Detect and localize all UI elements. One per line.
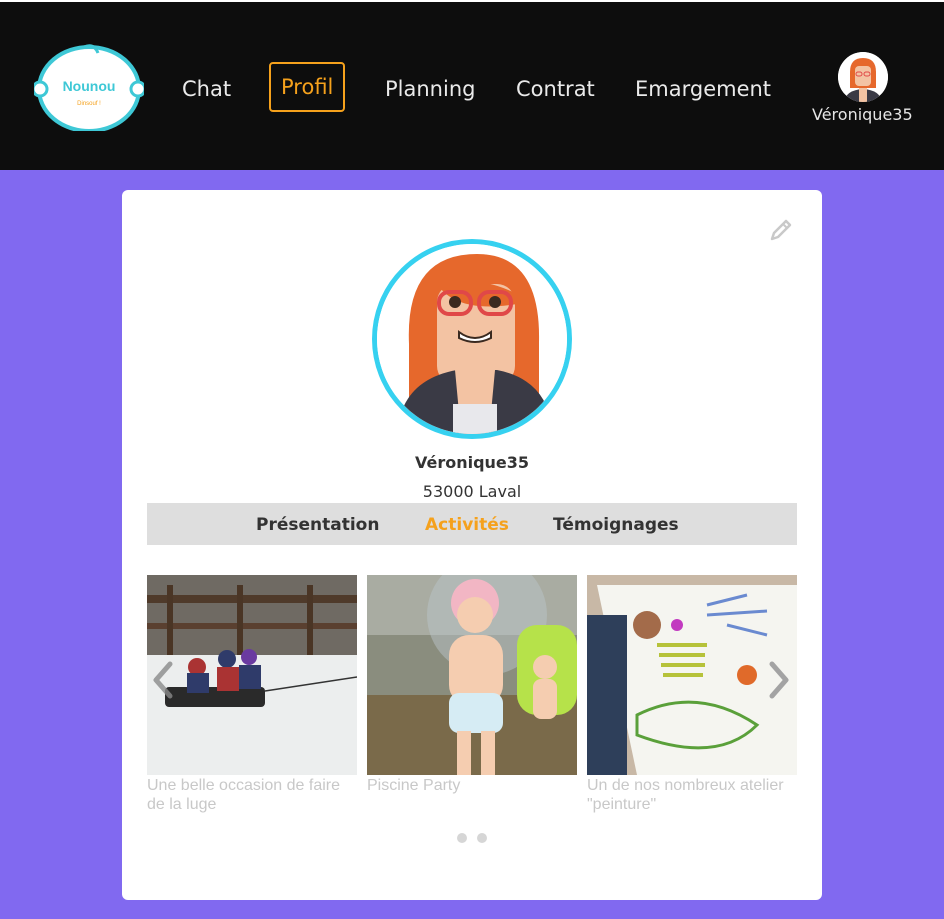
svg-text:Dinsouf !: Dinsouf ! [77,101,101,107]
slide-luge-photo[interactable] [147,575,357,775]
profile-location: 53000 Laval [422,482,522,501]
user-name[interactable]: Véronique35 [812,105,913,124]
nounou-logo[interactable]: Nounou Dinsouf ! [34,41,144,131]
top-navigation-bar: Nounou Dinsouf ! Chat Profil Planning Co… [0,0,944,170]
nav-planning[interactable]: Planning [385,76,475,102]
profile-name: Véronique35 [414,453,530,472]
slide-caption: Un de nos nombreux atelier "peinture" [587,777,784,813]
tab-activites[interactable]: Activités [425,515,509,535]
slide-caption: Une belle occasion de faire de la luge [147,777,341,813]
nav-chat[interactable]: Chat [182,76,231,102]
user-avatar[interactable] [838,52,888,102]
profile-tabs: Présentation Activités Témoignages [147,503,797,545]
slide-caption: Piscine Party [367,777,461,794]
tab-presentation[interactable]: Présentation [256,515,379,535]
slide-piscine-photo[interactable] [367,575,577,775]
chevron-left-icon[interactable] [150,660,176,700]
chevron-right-icon[interactable] [766,660,792,700]
carousel-dot[interactable] [477,833,487,843]
svg-text:Nounou: Nounou [63,78,116,94]
edit-pencil-icon[interactable] [768,217,794,243]
profile-photo [372,239,572,439]
nav-emargement[interactable]: Emargement [635,76,771,102]
tab-temoignages[interactable]: Témoignages [553,515,679,535]
carousel-dot[interactable] [457,833,467,843]
nav-profil[interactable]: Profil [269,62,346,112]
nav-contrat[interactable]: Contrat [516,76,595,102]
